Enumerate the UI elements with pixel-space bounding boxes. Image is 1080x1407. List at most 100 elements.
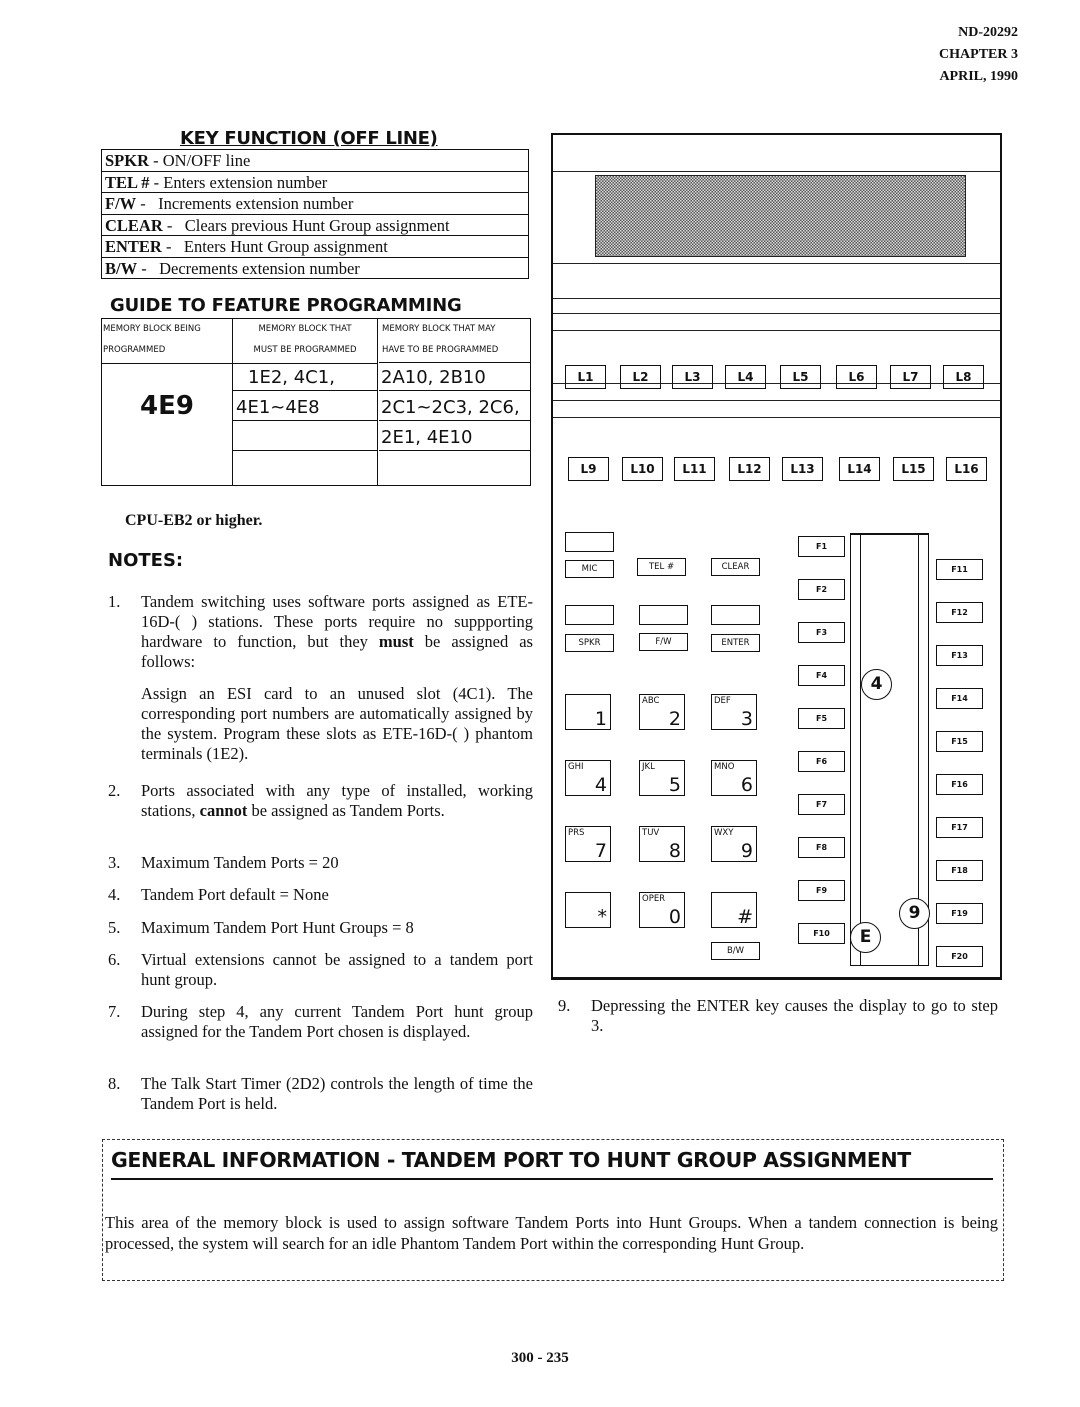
dial-key-number: 4 [594, 774, 607, 796]
dial-key-star[interactable]: * [565, 892, 611, 928]
mic-key[interactable]: MIC [565, 560, 614, 578]
line-key-l13[interactable]: L13 [782, 457, 823, 481]
note-item: 2. Ports associated with any type of inst… [108, 781, 533, 821]
blank-key[interactable] [639, 605, 688, 625]
function-key-f4[interactable]: F4 [798, 665, 845, 686]
dial-key-5[interactable]: JKL 5 [639, 760, 685, 796]
line-key-l11[interactable]: L11 [674, 457, 715, 481]
dial-key-7[interactable]: PRS 7 [565, 826, 611, 862]
lcd-display [595, 175, 966, 257]
separator: - [149, 151, 163, 170]
document-header: ND-20292 CHAPTER 3 APRIL, 1990 [939, 22, 1018, 88]
key-description: Increments extension number [158, 194, 354, 213]
key-function-row: ENTER - Enters Hunt Group assignment [102, 236, 528, 258]
line-key-l16[interactable]: L16 [946, 457, 987, 481]
function-key-f6[interactable]: F6 [798, 751, 845, 772]
separator: - [162, 215, 185, 235]
function-key-f19[interactable]: F19 [936, 903, 983, 924]
divider [553, 313, 1000, 314]
dial-key-pound[interactable]: # [711, 892, 757, 928]
dial-key-9[interactable]: WXY 9 [711, 826, 757, 862]
dial-key-3[interactable]: DEF 3 [711, 694, 757, 730]
function-key-f5[interactable]: F5 [798, 708, 845, 729]
line-key-l2[interactable]: L2 [620, 365, 661, 389]
note-number: 2. [108, 781, 121, 800]
line-key-l8[interactable]: L8 [943, 365, 984, 389]
dial-key-2[interactable]: ABC 2 [639, 694, 685, 730]
function-key-f12[interactable]: F12 [936, 602, 983, 623]
note-item: 7. During step 4, any current Tandem Port… [108, 1002, 533, 1042]
note-text: The Talk Start Timer (2D2) controls the … [141, 1074, 533, 1113]
dial-key-4[interactable]: GHI 4 [565, 760, 611, 796]
may-program-cell [379, 453, 530, 483]
header-line: PROGRAMMED [103, 345, 166, 355]
step-4-marker: 4 [861, 669, 892, 700]
dial-key-0[interactable]: OPER 0 [639, 892, 685, 928]
clear-key[interactable]: CLEAR [711, 558, 760, 576]
key-description: Decrements extension number [159, 258, 360, 278]
divider [553, 171, 1000, 172]
function-key-f11[interactable]: F11 [936, 559, 983, 580]
function-key-f16[interactable]: F16 [936, 774, 983, 795]
function-key-f20[interactable]: F20 [936, 946, 983, 967]
column-divider [377, 319, 378, 485]
bw-key[interactable]: B/W [711, 942, 760, 960]
line-key-l6[interactable]: L6 [836, 365, 877, 389]
notes-heading: NOTES: [108, 550, 184, 571]
note-item: 8. The Talk Start Timer (2D2) controls th… [108, 1074, 533, 1114]
line-key-l5[interactable]: L5 [780, 365, 821, 389]
dial-key-1[interactable]: 1 [565, 694, 611, 730]
note-item: 9. Depressing the ENTER key causes the di… [558, 996, 998, 1036]
note-text: Maximum Tandem Ports = 20 [141, 853, 339, 872]
function-key-f2[interactable]: F2 [798, 579, 845, 600]
line-key-l15[interactable]: L15 [893, 457, 934, 481]
divider [553, 298, 1000, 299]
function-key-f18[interactable]: F18 [936, 860, 983, 881]
key-function-title: KEY FUNCTION (OFF LINE) [180, 128, 438, 149]
may-program-cell: 2A10, 2B10 [379, 363, 530, 391]
function-key-f7[interactable]: F7 [798, 794, 845, 815]
fw-key[interactable]: F/W [639, 633, 688, 651]
dial-key-6[interactable]: MNO 6 [711, 760, 757, 796]
note-number: 7. [108, 1002, 121, 1021]
function-key-f8[interactable]: F8 [798, 837, 845, 858]
note-item: 3. Maximum Tandem Ports = 20 [108, 853, 533, 873]
must-program-cell [233, 423, 377, 451]
function-key-f9[interactable]: F9 [798, 880, 845, 901]
line-key-l10[interactable]: L10 [622, 457, 663, 481]
line-key-l1[interactable]: L1 [565, 365, 606, 389]
dial-key-letters: DEF [714, 696, 731, 706]
separator: - [137, 258, 160, 278]
function-key-f13[interactable]: F13 [936, 645, 983, 666]
line-key-l4[interactable]: L4 [725, 365, 766, 389]
line-key-l3[interactable]: L3 [672, 365, 713, 389]
line-key-l14[interactable]: L14 [839, 457, 880, 481]
dial-key-letters: JKL [642, 762, 655, 772]
line-key-l12[interactable]: L12 [729, 457, 770, 481]
note-text: Depressing the ENTER key causes the disp… [591, 996, 998, 1035]
blank-key[interactable] [565, 605, 614, 625]
dial-key-letters: MNO [714, 762, 735, 772]
function-key-f15[interactable]: F15 [936, 731, 983, 752]
line-key-l7[interactable]: L7 [890, 365, 931, 389]
must-program-cell: 4E1~4E8 [233, 393, 377, 421]
general-info-title: GENERAL INFORMATION - TANDEM PORT TO HUN… [111, 1148, 911, 1172]
dial-key-number: 8 [668, 840, 681, 862]
enter-key[interactable]: ENTER [711, 634, 760, 652]
note-item: Assign an ESI card to an unused slot (4C… [108, 684, 533, 764]
key-function-row: SPKR - ON/OFF line [102, 150, 528, 172]
function-key-f3[interactable]: F3 [798, 622, 845, 643]
function-key-f17[interactable]: F17 [936, 817, 983, 838]
blank-key[interactable] [565, 532, 614, 552]
spkr-key[interactable]: SPKR [565, 634, 614, 652]
function-key-f10[interactable]: F10 [798, 923, 845, 944]
separator: - [161, 237, 184, 256]
blank-key[interactable] [711, 605, 760, 625]
key-function-row: B/W - Decrements extension number [102, 258, 528, 279]
line-key-l9[interactable]: L9 [568, 457, 609, 481]
function-key-f14[interactable]: F14 [936, 688, 983, 709]
step-9-marker: 9 [899, 898, 930, 929]
dial-key-8[interactable]: TUV 8 [639, 826, 685, 862]
function-key-f1[interactable]: F1 [798, 536, 845, 557]
tel-key[interactable]: TEL # [637, 558, 686, 576]
